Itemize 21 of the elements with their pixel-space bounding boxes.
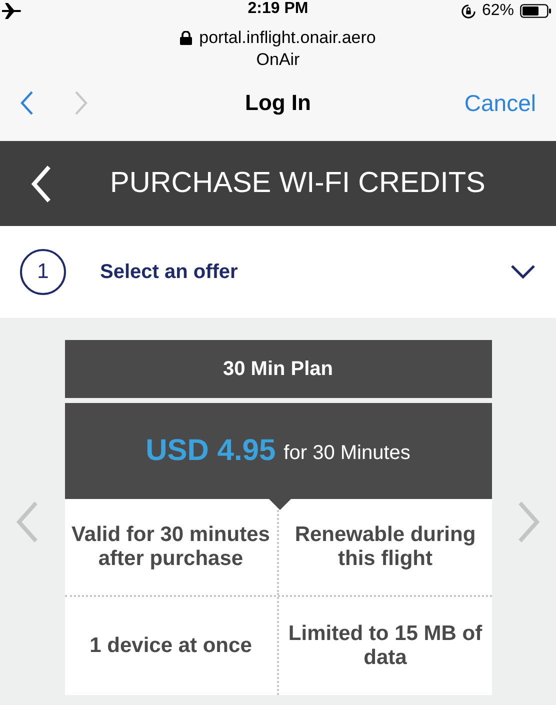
plan-title: 30 Min Plan xyxy=(64,340,492,398)
rotation-lock-icon xyxy=(460,4,476,18)
airplane-icon xyxy=(2,3,22,19)
chevron-icon[interactable] xyxy=(510,264,536,280)
price: USD 4.95 xyxy=(146,434,276,468)
page-url: portal.inflight.onair.aero xyxy=(199,28,376,48)
battery-percent: 62% xyxy=(482,2,514,20)
feature-text: Limited to 15 MB of data xyxy=(287,622,484,670)
cancel-button[interactable]: Cancel xyxy=(464,90,536,116)
header-title: PURCHASE WI-FI CREDITS xyxy=(110,167,486,200)
step-number: 1 xyxy=(20,249,66,295)
feature-text: Renewable during this flight xyxy=(294,523,477,571)
feature-text: Valid for 30 minutes after purchase xyxy=(70,523,271,571)
status-time: 2:19 PM xyxy=(246,0,310,18)
step-label[interactable]: Select an offer xyxy=(100,260,238,284)
feature-text: 1 device at once xyxy=(90,634,252,658)
battery-icon xyxy=(520,4,552,18)
price-duration: for 30 Minutes xyxy=(284,442,410,464)
site-name: OnAir xyxy=(256,50,300,70)
page-title: Log In xyxy=(244,90,312,116)
lock-icon xyxy=(180,31,192,45)
